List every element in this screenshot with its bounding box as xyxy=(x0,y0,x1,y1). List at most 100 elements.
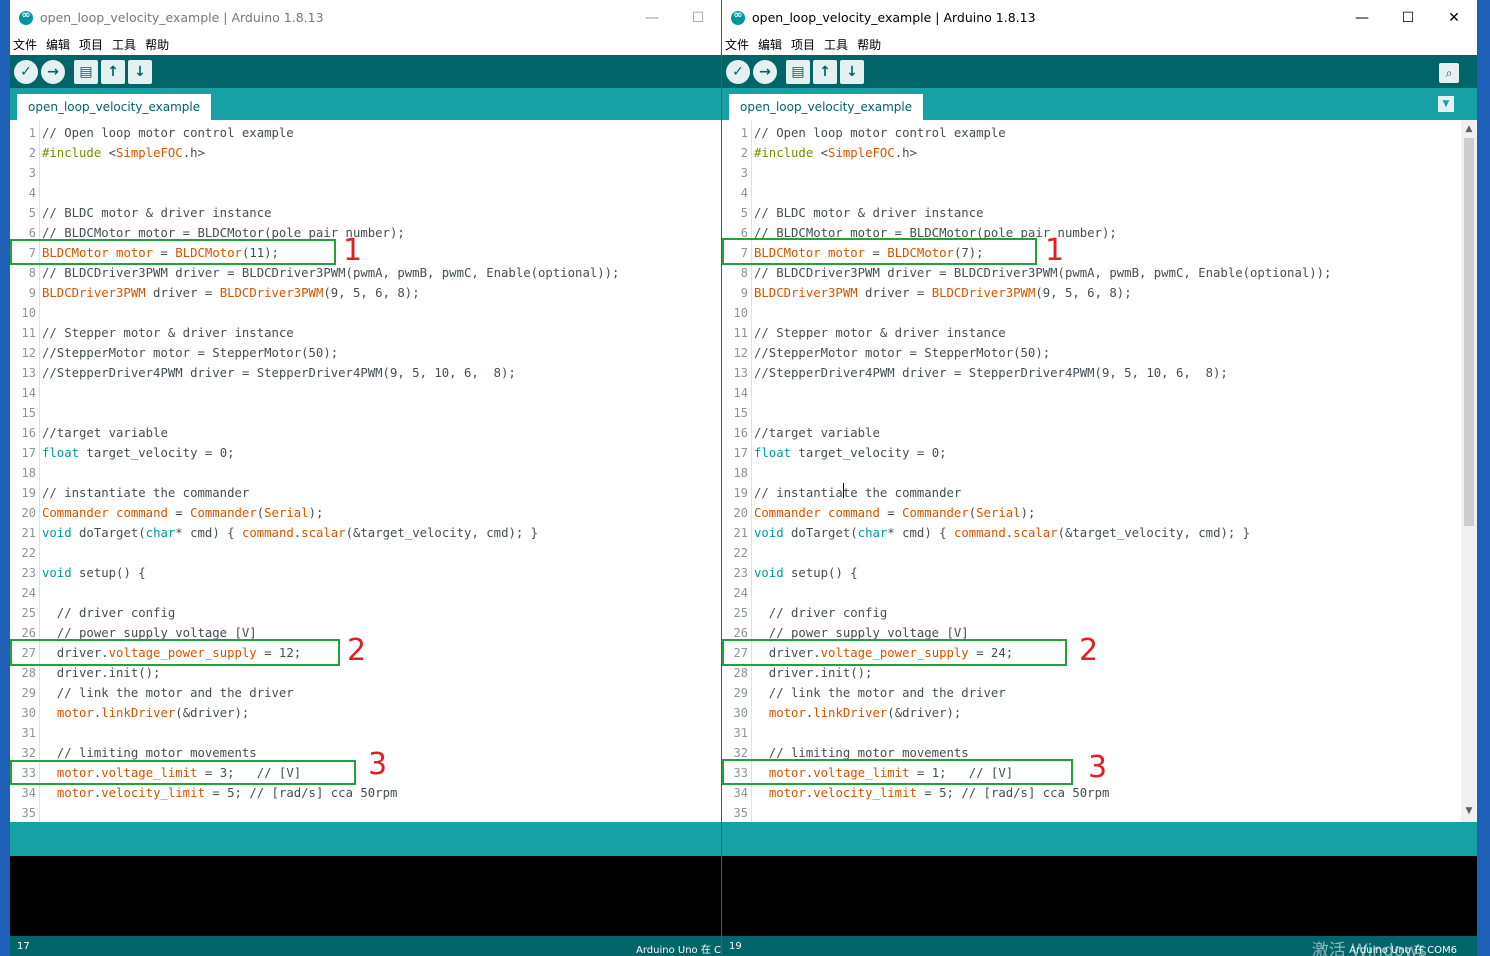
menu-help[interactable]: 帮助 xyxy=(857,36,881,53)
code-text: motor.linkDriver(&driver); xyxy=(56,706,250,720)
verify-icon[interactable]: ✓ xyxy=(14,59,38,84)
line-number-gutter: 16 xyxy=(733,426,748,440)
serial-monitor-icon[interactable]: ⌕ xyxy=(1439,63,1459,83)
text-cursor xyxy=(843,483,844,498)
title-bar[interactable]: open_loop_velocity_example | Arduino 1.8… xyxy=(10,0,721,35)
line-number-gutter: 21 xyxy=(733,526,748,540)
line-number-gutter: 15 xyxy=(21,406,36,420)
code-text: // driver config xyxy=(754,606,888,620)
menu-edit[interactable]: 编辑 xyxy=(758,36,782,53)
line-number-gutter: 21 xyxy=(21,526,36,540)
menu-tools[interactable]: 工具 xyxy=(112,36,136,53)
line-number-gutter: 18 xyxy=(733,466,748,480)
line-number-gutter: 34 xyxy=(733,786,748,800)
save-icon[interactable]: ↓ xyxy=(840,59,864,84)
upload-icon[interactable]: → xyxy=(753,59,777,84)
line-number-gutter: 24 xyxy=(21,586,36,600)
code-text: Commander command = Commander(Serial); xyxy=(754,506,1036,520)
line-number-gutter: 8 xyxy=(28,266,36,280)
new-icon[interactable]: ▤ xyxy=(74,59,98,84)
highlight-box-2 xyxy=(722,639,1067,666)
code-text: // Open loop motor control example xyxy=(754,126,1006,140)
line-number-gutter: 17 xyxy=(21,446,36,460)
menu-help[interactable]: 帮助 xyxy=(145,36,169,53)
tab-sketch[interactable]: open_loop_velocity_example xyxy=(17,94,212,120)
annotation-mark-2: 2 xyxy=(347,633,367,668)
code-text: #include <SimpleFOC.h> xyxy=(754,146,917,160)
scroll-up-icon[interactable]: ▲ xyxy=(1461,122,1477,136)
tab-sketch[interactable]: open_loop_velocity_example xyxy=(729,94,924,120)
code-text: //target variable xyxy=(42,426,168,440)
line-number: 19 xyxy=(729,941,742,952)
line-number-gutter: 4 xyxy=(740,186,748,200)
line-number-gutter: 8 xyxy=(740,266,748,280)
vertical-scrollbar[interactable]: ▲ ▼ xyxy=(1461,120,1477,822)
line-number-gutter: 30 xyxy=(733,706,748,720)
tab-bar: open_loop_velocity_example xyxy=(10,88,721,120)
code-text: // Open loop motor control example xyxy=(42,126,294,140)
menu-tools[interactable]: 工具 xyxy=(824,36,848,53)
code-text: // link the motor and the driver xyxy=(42,686,294,700)
minimize-button[interactable]: — xyxy=(629,0,675,35)
code-text: // instantiate the commander xyxy=(754,486,962,500)
menu-file[interactable]: 文件 xyxy=(13,36,37,53)
line-number-gutter: 19 xyxy=(733,486,748,500)
line-number-gutter: 29 xyxy=(733,686,748,700)
arduino-logo-icon xyxy=(19,8,33,25)
line-number-gutter: 28 xyxy=(733,666,748,680)
code-text: float target_velocity = 0; xyxy=(42,446,235,460)
code-text: motor.linkDriver(&driver); xyxy=(768,706,962,720)
toolbar: ✓ → ▤ ↑ ↓ ⌕ xyxy=(722,55,1477,88)
new-icon[interactable]: ▤ xyxy=(786,59,810,84)
code-text: void doTarget(char* cmd) { command.scala… xyxy=(42,526,539,540)
line-number-gutter: 30 xyxy=(21,706,36,720)
code-text: // Stepper motor & driver instance xyxy=(754,326,1006,340)
line-number-gutter: 35 xyxy=(21,806,36,820)
line-number-gutter: 2 xyxy=(28,146,36,160)
menu-sketch[interactable]: 项目 xyxy=(791,36,815,53)
line-number-gutter: 16 xyxy=(21,426,36,440)
window-title: open_loop_velocity_example | Arduino 1.8… xyxy=(752,10,1036,25)
menu-sketch[interactable]: 项目 xyxy=(79,36,103,53)
save-icon[interactable]: ↓ xyxy=(128,59,152,84)
code-text: BLDCDriver3PWM driver = BLDCDriver3PWM(9… xyxy=(754,286,1132,300)
highlight-box-3 xyxy=(722,759,1073,785)
code-text: //StepperMotor motor = StepperMotor(50); xyxy=(754,346,1051,360)
code-text: Commander command = Commander(Serial); xyxy=(42,506,324,520)
verify-icon[interactable]: ✓ xyxy=(726,59,750,84)
menu-file[interactable]: 文件 xyxy=(725,36,749,53)
open-icon[interactable]: ↑ xyxy=(813,59,837,84)
close-button[interactable]: ✕ xyxy=(1431,0,1477,35)
line-number-gutter: 20 xyxy=(733,506,748,520)
minimize-button[interactable]: — xyxy=(1339,0,1385,35)
code-text: //StepperDriver4PWM driver = StepperDriv… xyxy=(754,366,1228,380)
line-number-gutter: 10 xyxy=(733,306,748,320)
line-number-gutter: 9 xyxy=(740,286,748,300)
line-number-gutter: 31 xyxy=(733,726,748,740)
code-text: void setup() { xyxy=(754,566,858,580)
code-text: driver.init(); xyxy=(754,666,873,680)
window-title: open_loop_velocity_example | Arduino 1.8… xyxy=(40,10,324,25)
board-port: Arduino Uno 在 C xyxy=(636,945,721,956)
title-bar[interactable]: open_loop_velocity_example | Arduino 1.8… xyxy=(722,0,1477,35)
scroll-thumb[interactable] xyxy=(1464,138,1474,526)
maximize-button[interactable]: ☐ xyxy=(1385,0,1431,35)
highlight-box-1 xyxy=(10,239,336,265)
line-number-gutter: 10 xyxy=(21,306,36,320)
upload-icon[interactable]: → xyxy=(41,59,65,84)
line-number-gutter: 19 xyxy=(21,486,36,500)
line-number-gutter: 22 xyxy=(733,546,748,560)
menu-edit[interactable]: 编辑 xyxy=(46,36,70,53)
code-text: #include <SimpleFOC.h> xyxy=(42,146,205,160)
line-number-gutter: 15 xyxy=(733,406,748,420)
line-number-gutter: 22 xyxy=(21,546,36,560)
code-editor[interactable]: 1 // Open loop motor control example 2 #inc… xyxy=(10,120,721,822)
code-editor[interactable]: 1 // Open loop motor control example 2 #inc… xyxy=(722,120,1477,822)
line-number: 17 xyxy=(17,941,30,952)
scroll-down-icon[interactable]: ▼ xyxy=(1461,804,1477,818)
maximize-button[interactable]: ☐ xyxy=(675,0,721,35)
annotation-mark-3: 3 xyxy=(368,747,388,782)
tab-menu-icon[interactable]: ▼ xyxy=(1438,96,1454,112)
line-number-gutter: 3 xyxy=(740,166,748,180)
open-icon[interactable]: ↑ xyxy=(101,59,125,84)
